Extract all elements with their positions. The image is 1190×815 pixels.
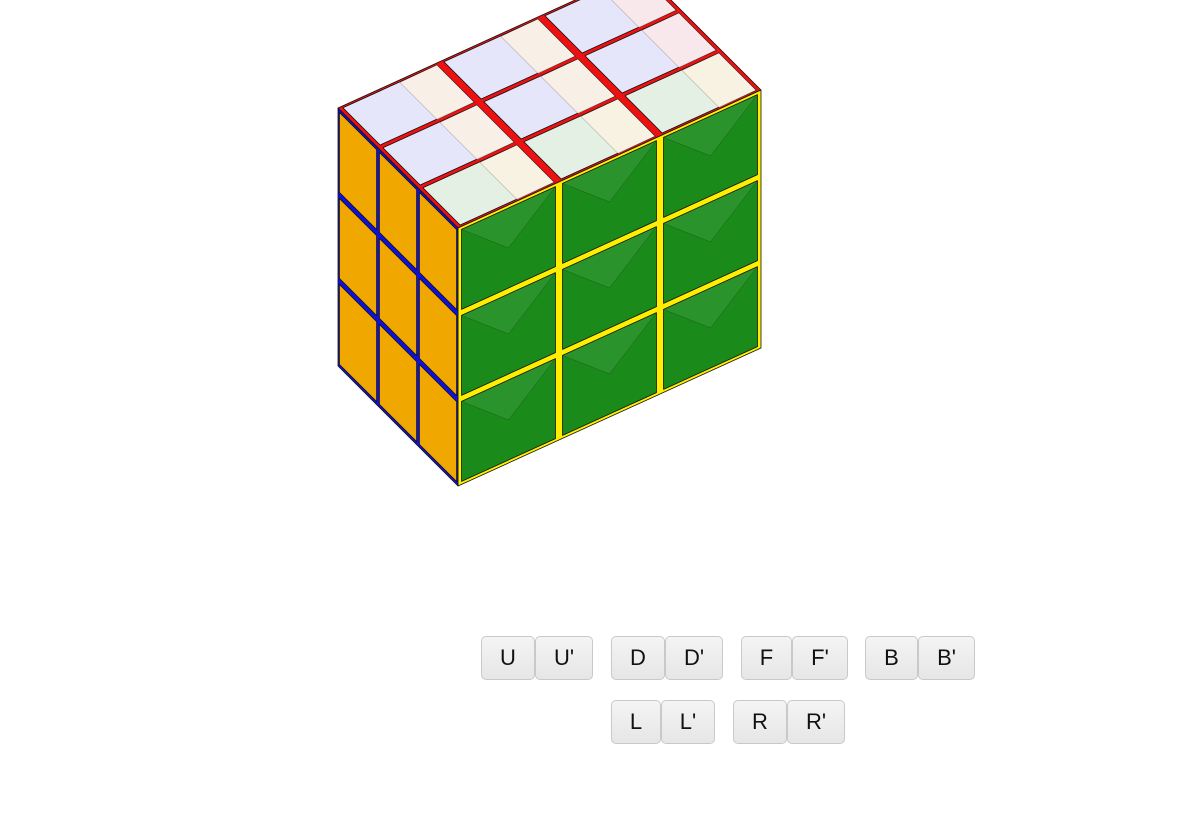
rubiks-cube-view[interactable] xyxy=(0,0,1190,600)
move-b-button[interactable]: B xyxy=(865,636,918,680)
rubiks-cube[interactable] xyxy=(0,0,1190,600)
move-l-button[interactable]: L xyxy=(611,700,661,744)
move-r-prime-button[interactable]: R' xyxy=(787,700,845,744)
move-buttons-row-1: U U' D D' F F' B B' xyxy=(481,636,975,680)
move-d-prime-button[interactable]: D' xyxy=(665,636,723,680)
move-u-button[interactable]: U xyxy=(481,636,535,680)
move-f-prime-button[interactable]: F' xyxy=(792,636,848,680)
move-buttons-row-2: L L' R R' xyxy=(611,700,845,744)
move-l-prime-button[interactable]: L' xyxy=(661,700,715,744)
move-f-button[interactable]: F xyxy=(741,636,792,680)
move-u-prime-button[interactable]: U' xyxy=(535,636,593,680)
move-d-button[interactable]: D xyxy=(611,636,665,680)
move-r-button[interactable]: R xyxy=(733,700,787,744)
move-b-prime-button[interactable]: B' xyxy=(918,636,975,680)
